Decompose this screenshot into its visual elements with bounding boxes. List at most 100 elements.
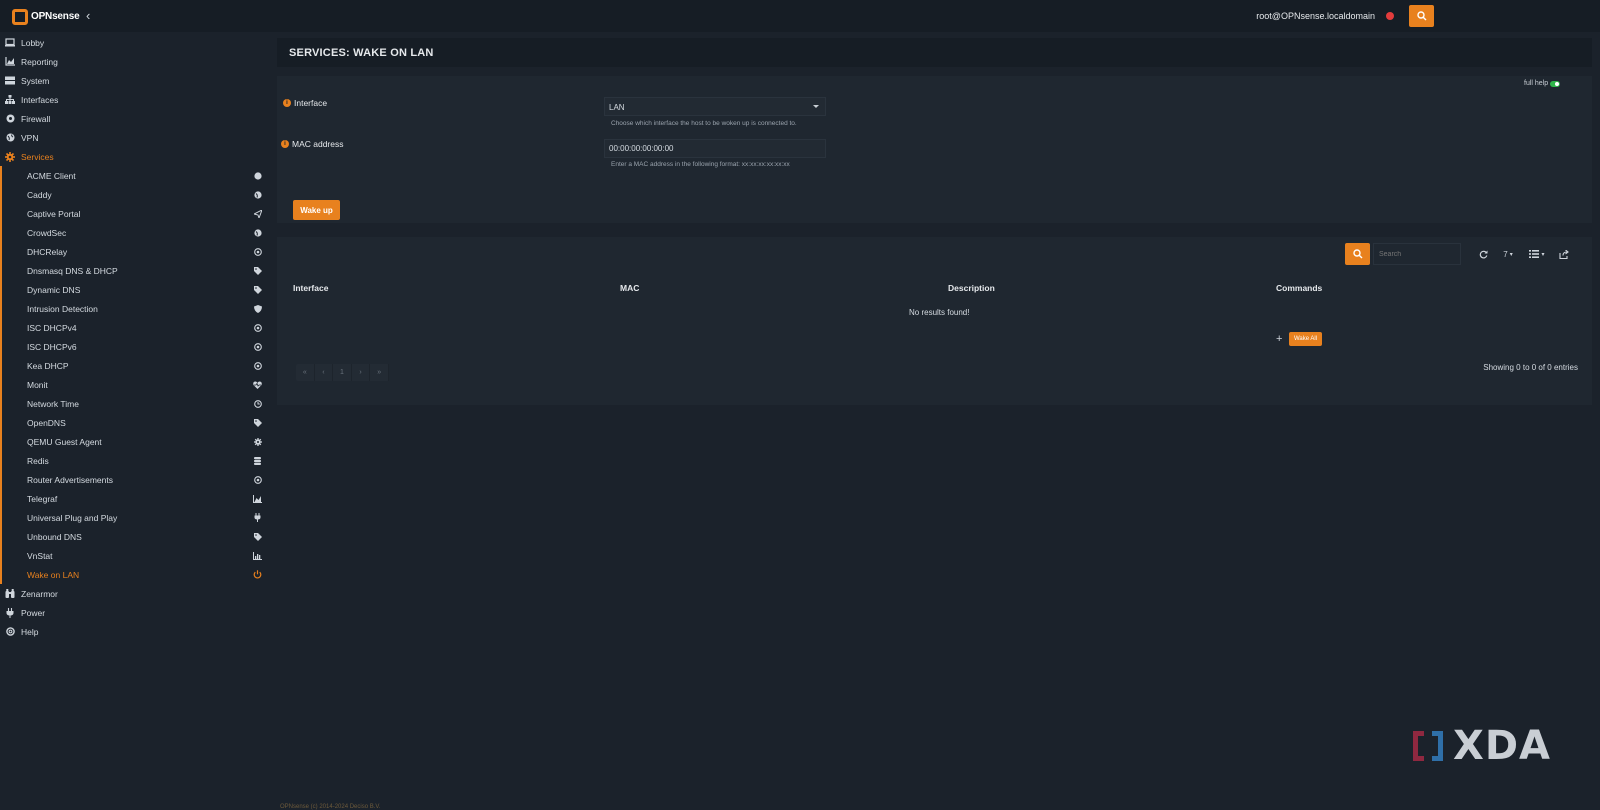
- sidebar-item-opendns[interactable]: OpenDNS: [0, 413, 263, 432]
- bullseye-icon: [253, 342, 262, 351]
- caret-down-icon: [813, 105, 819, 108]
- pager-prev[interactable]: ‹: [315, 364, 334, 381]
- sidebar-item-label: Firewall: [21, 113, 51, 124]
- sidebar-item-label: Help: [21, 626, 39, 637]
- status-indicator-dot[interactable]: [1386, 12, 1394, 20]
- bar-chart-icon: [253, 551, 262, 560]
- page-title: SERVICES: WAKE ON LAN: [289, 47, 434, 59]
- sidebar-item-redis[interactable]: Redis: [0, 451, 263, 470]
- sidebar-item-interfaces[interactable]: Interfaces: [0, 90, 263, 109]
- footer-copyright[interactable]: OPNsense (c) 2014-2024 Deciso B.V.: [280, 804, 381, 810]
- area-chart-icon: [5, 57, 15, 67]
- full-help-toggle[interactable]: full help: [1524, 80, 1561, 87]
- sidebar-item-lobby[interactable]: Lobby: [0, 33, 263, 52]
- add-host-plus-icon[interactable]: +: [1276, 333, 1282, 345]
- sidebar-item-dhcrelay[interactable]: DHCRelay: [0, 242, 263, 261]
- tags-icon: [253, 266, 262, 275]
- pager-first[interactable]: «: [296, 364, 315, 381]
- sidebar-item-router-advertisements[interactable]: Router Advertisements: [0, 470, 263, 489]
- sidebar-item-label: System: [21, 75, 50, 86]
- sidebar-item-reporting[interactable]: Reporting: [0, 52, 263, 71]
- laptop-icon: [5, 38, 15, 48]
- mac-field-label: i MAC address: [281, 139, 344, 149]
- sidebar-item-unbound-dns[interactable]: Unbound DNS: [0, 527, 263, 546]
- sidebar-item-crowdsec[interactable]: CrowdSec: [0, 223, 263, 242]
- server-icon: [5, 76, 15, 86]
- sidebar-item-power[interactable]: Power: [0, 603, 263, 622]
- tags-icon: [253, 285, 262, 294]
- opnsense-logo[interactable]: OPNsense: [12, 8, 80, 25]
- sitemap-icon: [5, 95, 15, 105]
- refresh-button[interactable]: [1476, 247, 1490, 261]
- sidebar-item-dynamic-dns[interactable]: Dynamic DNS: [0, 280, 263, 299]
- sidebar-item-label: Services: [21, 151, 54, 162]
- power-icon: [253, 570, 262, 579]
- sidebar-item-label: VPN: [21, 132, 39, 143]
- info-circle-icon[interactable]: i: [283, 99, 291, 107]
- top-search-button[interactable]: [1409, 5, 1434, 27]
- collapse-sidebar-chevron-left-icon[interactable]: ‹: [86, 9, 96, 23]
- sidebar-item-label: ISC DHCPv6: [27, 341, 77, 352]
- sidebar-item-isc-dhcpv4[interactable]: ISC DHCPv4: [0, 318, 263, 337]
- sidebar-item-telegraf[interactable]: Telegraf: [0, 489, 263, 508]
- columns-dropdown[interactable]: ▾: [1527, 247, 1547, 261]
- opnsense-logo-icon: [12, 8, 28, 25]
- sidebar-item-wake-on-lan[interactable]: Wake on LAN: [0, 565, 263, 584]
- sidebar-item-label: Reporting: [21, 56, 58, 67]
- page-size-dropdown[interactable]: 7 ▾: [1499, 247, 1517, 261]
- sidebar-item-qemu-guest-agent[interactable]: QEMU Guest Agent: [0, 432, 263, 451]
- grid-search-button[interactable]: [1345, 243, 1370, 265]
- tags-icon: [253, 532, 262, 541]
- sidebar-item-label: DHCRelay: [27, 246, 68, 257]
- bullseye-icon: [253, 361, 262, 370]
- sidebar-item-captive-portal[interactable]: Captive Portal: [0, 204, 263, 223]
- plug-icon: [5, 607, 15, 618]
- export-button[interactable]: [1557, 247, 1571, 261]
- brand-name: OPNsense: [31, 11, 80, 22]
- column-header-description[interactable]: Description: [948, 283, 995, 293]
- column-header-interface[interactable]: Interface: [293, 283, 328, 293]
- mac-help-text: Enter a MAC address in the following for…: [611, 161, 790, 168]
- wake-all-button[interactable]: Wake All: [1289, 332, 1322, 346]
- column-header-mac[interactable]: MAC: [620, 283, 639, 293]
- info-circle-icon[interactable]: i: [281, 140, 289, 148]
- shield-icon: [253, 304, 262, 313]
- globe-icon: [253, 190, 262, 199]
- sidebar-item-kea-dhcp[interactable]: Kea DHCP: [0, 356, 263, 375]
- sidebar-item-zenarmor[interactable]: Zenarmor: [0, 584, 263, 603]
- search-icon: [1352, 249, 1362, 259]
- search-icon: [1416, 11, 1426, 21]
- sidebar-item-vnstat[interactable]: VnStat: [0, 546, 263, 565]
- mac-address-input[interactable]: [604, 139, 826, 158]
- mac-label: MAC address: [292, 139, 344, 149]
- wake-up-button[interactable]: Wake up: [293, 200, 340, 220]
- sidebar-item-help[interactable]: Help: [0, 622, 263, 641]
- grid-search-input[interactable]: [1373, 243, 1461, 265]
- sidebar-item-vpn[interactable]: VPN: [0, 128, 263, 147]
- sidebar-item-intrusion-detection[interactable]: Intrusion Detection: [0, 299, 263, 318]
- sidebar-item-label: Monit: [27, 379, 48, 390]
- sidebar-item-label: OpenDNS: [27, 417, 66, 428]
- interface-field-label: i Interface: [283, 98, 327, 108]
- pager-last[interactable]: »: [370, 364, 389, 381]
- sidebar-item-upnp[interactable]: Universal Plug and Play: [0, 508, 263, 527]
- refresh-icon: [1479, 250, 1487, 258]
- pager-page-1[interactable]: 1: [333, 364, 352, 381]
- sidebar-item-label: Network Time: [27, 398, 79, 409]
- pager-next[interactable]: ›: [352, 364, 371, 381]
- sidebar-item-label: Captive Portal: [27, 208, 81, 219]
- sidebar-item-caddy[interactable]: Caddy: [0, 185, 263, 204]
- user-label[interactable]: root@OPNsense.localdomain: [1256, 11, 1375, 21]
- interface-select[interactable]: LAN: [604, 97, 826, 116]
- sidebar-item-firewall[interactable]: Firewall: [0, 109, 263, 128]
- sidebar-item-monit[interactable]: Monit: [0, 375, 263, 394]
- sidebar-item-acme-client[interactable]: ACME Client: [0, 166, 263, 185]
- sidebar-item-services[interactable]: Services: [0, 147, 263, 166]
- sidebar-item-system[interactable]: System: [0, 71, 263, 90]
- sidebar-item-dnsmasq[interactable]: Dnsmasq DNS & DHCP: [0, 261, 263, 280]
- caret-down-icon: ▾: [1509, 251, 1513, 258]
- sidebar-item-label: ACME Client: [27, 170, 76, 181]
- paper-plane-icon: [253, 209, 262, 218]
- sidebar-item-network-time[interactable]: Network Time: [0, 394, 263, 413]
- sidebar-item-isc-dhcpv6[interactable]: ISC DHCPv6: [0, 337, 263, 356]
